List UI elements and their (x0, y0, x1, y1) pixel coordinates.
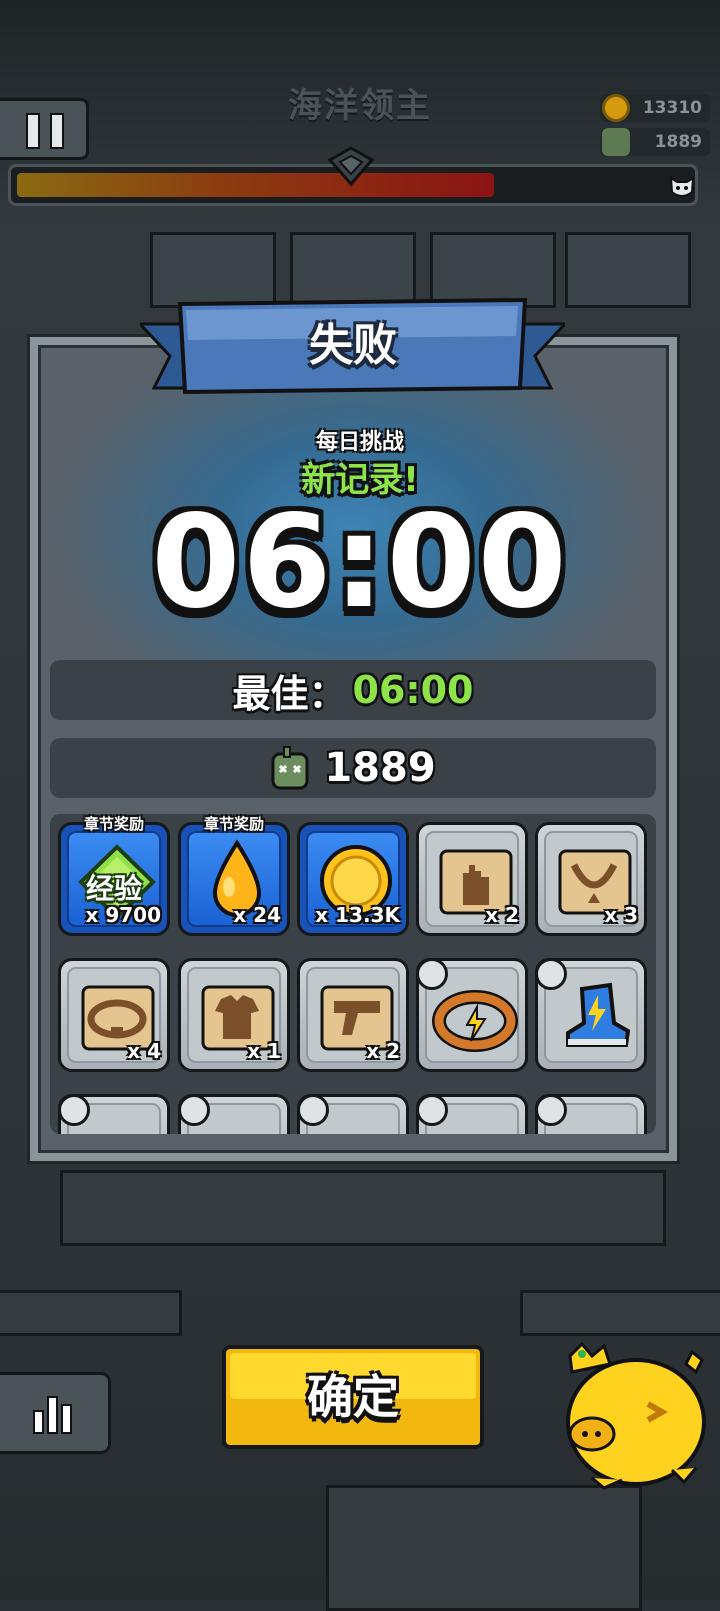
coin-icon (602, 94, 630, 122)
reward-count: x 9700 (85, 903, 161, 927)
reward-item[interactable]: 章节奖励经验 x 9700 (58, 815, 170, 936)
reward-item[interactable]: 章节奖励 x 24 (178, 815, 290, 936)
boss-emblem-icon (328, 146, 374, 186)
bar-chart-icon (33, 1396, 72, 1434)
reward-item[interactable]: x 4 (58, 958, 170, 1072)
boss-hp-fill (17, 173, 495, 197)
kill-count-row: 1889 (50, 738, 656, 798)
bg-pipe (520, 1290, 720, 1336)
reward-item[interactable]: x 13.3K (297, 822, 409, 936)
slot-badge-icon (416, 958, 448, 990)
reward-count: x 2 (366, 1039, 400, 1063)
stats-button[interactable] (0, 1372, 111, 1454)
result-title: 失败 (309, 320, 397, 371)
kill-count: 1889 (324, 745, 436, 791)
reward-count: x 3 (604, 903, 638, 927)
zombie-icon (271, 746, 309, 790)
reward-item[interactable] (535, 1094, 647, 1134)
coin-counter: 13310 (600, 94, 710, 122)
best-time-row: 最佳： 06:00 (50, 660, 656, 720)
reward-item[interactable] (416, 958, 528, 1072)
reward-item[interactable] (58, 1094, 170, 1134)
coin-value: 13310 (642, 98, 702, 118)
zombie-icon (602, 128, 630, 156)
reward-item[interactable]: x 2 (297, 958, 409, 1072)
reward-item[interactable] (416, 1094, 528, 1134)
reward-count: x 1 (247, 1039, 281, 1063)
boss-cat-icon (669, 176, 695, 197)
slot-badge-icon (178, 1094, 210, 1126)
confirm-button[interactable]: 确定 (222, 1345, 484, 1449)
reward-count: x 2 (485, 903, 519, 927)
best-label: 最佳： (232, 671, 347, 716)
bg-pipe (0, 1290, 182, 1336)
bg-window (565, 232, 691, 308)
reward-item[interactable] (178, 1094, 290, 1134)
survival-time: 06:00 (151, 488, 569, 637)
confirm-label: 确定 (307, 1370, 399, 1424)
reward-item[interactable]: x 1 (178, 958, 290, 1072)
reward-count: x 13.3K (315, 903, 400, 927)
bg-floor (326, 1485, 642, 1611)
reward-count: x 24 (233, 903, 281, 927)
reward-grid: 章节奖励 经验 x 9700 章节奖励 x 24 x 13.3K x 2x 3x 4x 1x… (50, 814, 656, 1134)
piggy-bank-icon[interactable] (552, 1342, 712, 1492)
slot-badge-icon (535, 958, 567, 990)
slot-badge-icon (297, 1094, 329, 1126)
bg-floor (60, 1170, 666, 1246)
slot-badge-icon (58, 1094, 90, 1126)
kill-value: 1889 (654, 132, 702, 152)
kill-counter: 1889 (600, 128, 710, 156)
reward-item[interactable] (297, 1094, 409, 1134)
slot-badge-icon (416, 1094, 448, 1126)
chapter-reward-tag: 章节奖励 (83, 815, 144, 833)
reward-item[interactable]: x 3 (535, 822, 647, 936)
best-value: 06:00 (352, 668, 474, 712)
slot-badge-icon (535, 1094, 567, 1126)
reward-item[interactable] (535, 958, 647, 1072)
exp-label: 经验 (85, 872, 142, 905)
reward-item[interactable]: x 2 (416, 822, 528, 936)
reward-count: x 4 (127, 1039, 161, 1063)
chapter-reward-tag: 章节奖励 (203, 815, 264, 833)
